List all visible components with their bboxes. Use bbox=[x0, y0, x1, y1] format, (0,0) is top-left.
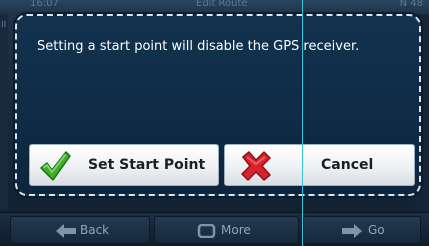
screen-title: Edit Route bbox=[196, 0, 248, 9]
go-button[interactable]: Go bbox=[303, 216, 421, 244]
arrow-right-icon bbox=[342, 224, 362, 238]
back-label: Back bbox=[80, 223, 110, 237]
left-edge-marker: II bbox=[1, 20, 7, 30]
clock: 16:07 bbox=[30, 0, 59, 9]
vertical-guide-line bbox=[302, 0, 303, 246]
go-label: Go bbox=[368, 223, 385, 237]
more-icon bbox=[197, 223, 217, 239]
top-right-indicator: N 48 bbox=[399, 0, 423, 9]
more-button[interactable]: More bbox=[154, 216, 299, 244]
bottom-bar: Back More Go bbox=[0, 212, 429, 246]
more-label: More bbox=[221, 223, 251, 237]
navigation-screen: 16:07 Edit Route N 48 II Setting a start… bbox=[0, 0, 429, 246]
arrow-left-icon bbox=[56, 224, 76, 238]
confirmation-dialog: Setting a start point will disable the G… bbox=[15, 14, 421, 196]
left-edge: II bbox=[0, 14, 8, 210]
cancel-label: Cancel bbox=[321, 157, 374, 173]
dialog-message: Setting a start point will disable the G… bbox=[37, 39, 360, 54]
green-checkmark-icon bbox=[38, 149, 72, 183]
cancel-button[interactable]: Cancel bbox=[224, 144, 415, 186]
set-start-point-label: Set Start Point bbox=[88, 157, 206, 173]
back-button[interactable]: Back bbox=[10, 216, 150, 244]
top-bar: 16:07 Edit Route N 48 bbox=[0, 0, 429, 14]
set-start-point-button[interactable]: Set Start Point bbox=[29, 144, 219, 186]
red-x-icon bbox=[239, 149, 273, 183]
